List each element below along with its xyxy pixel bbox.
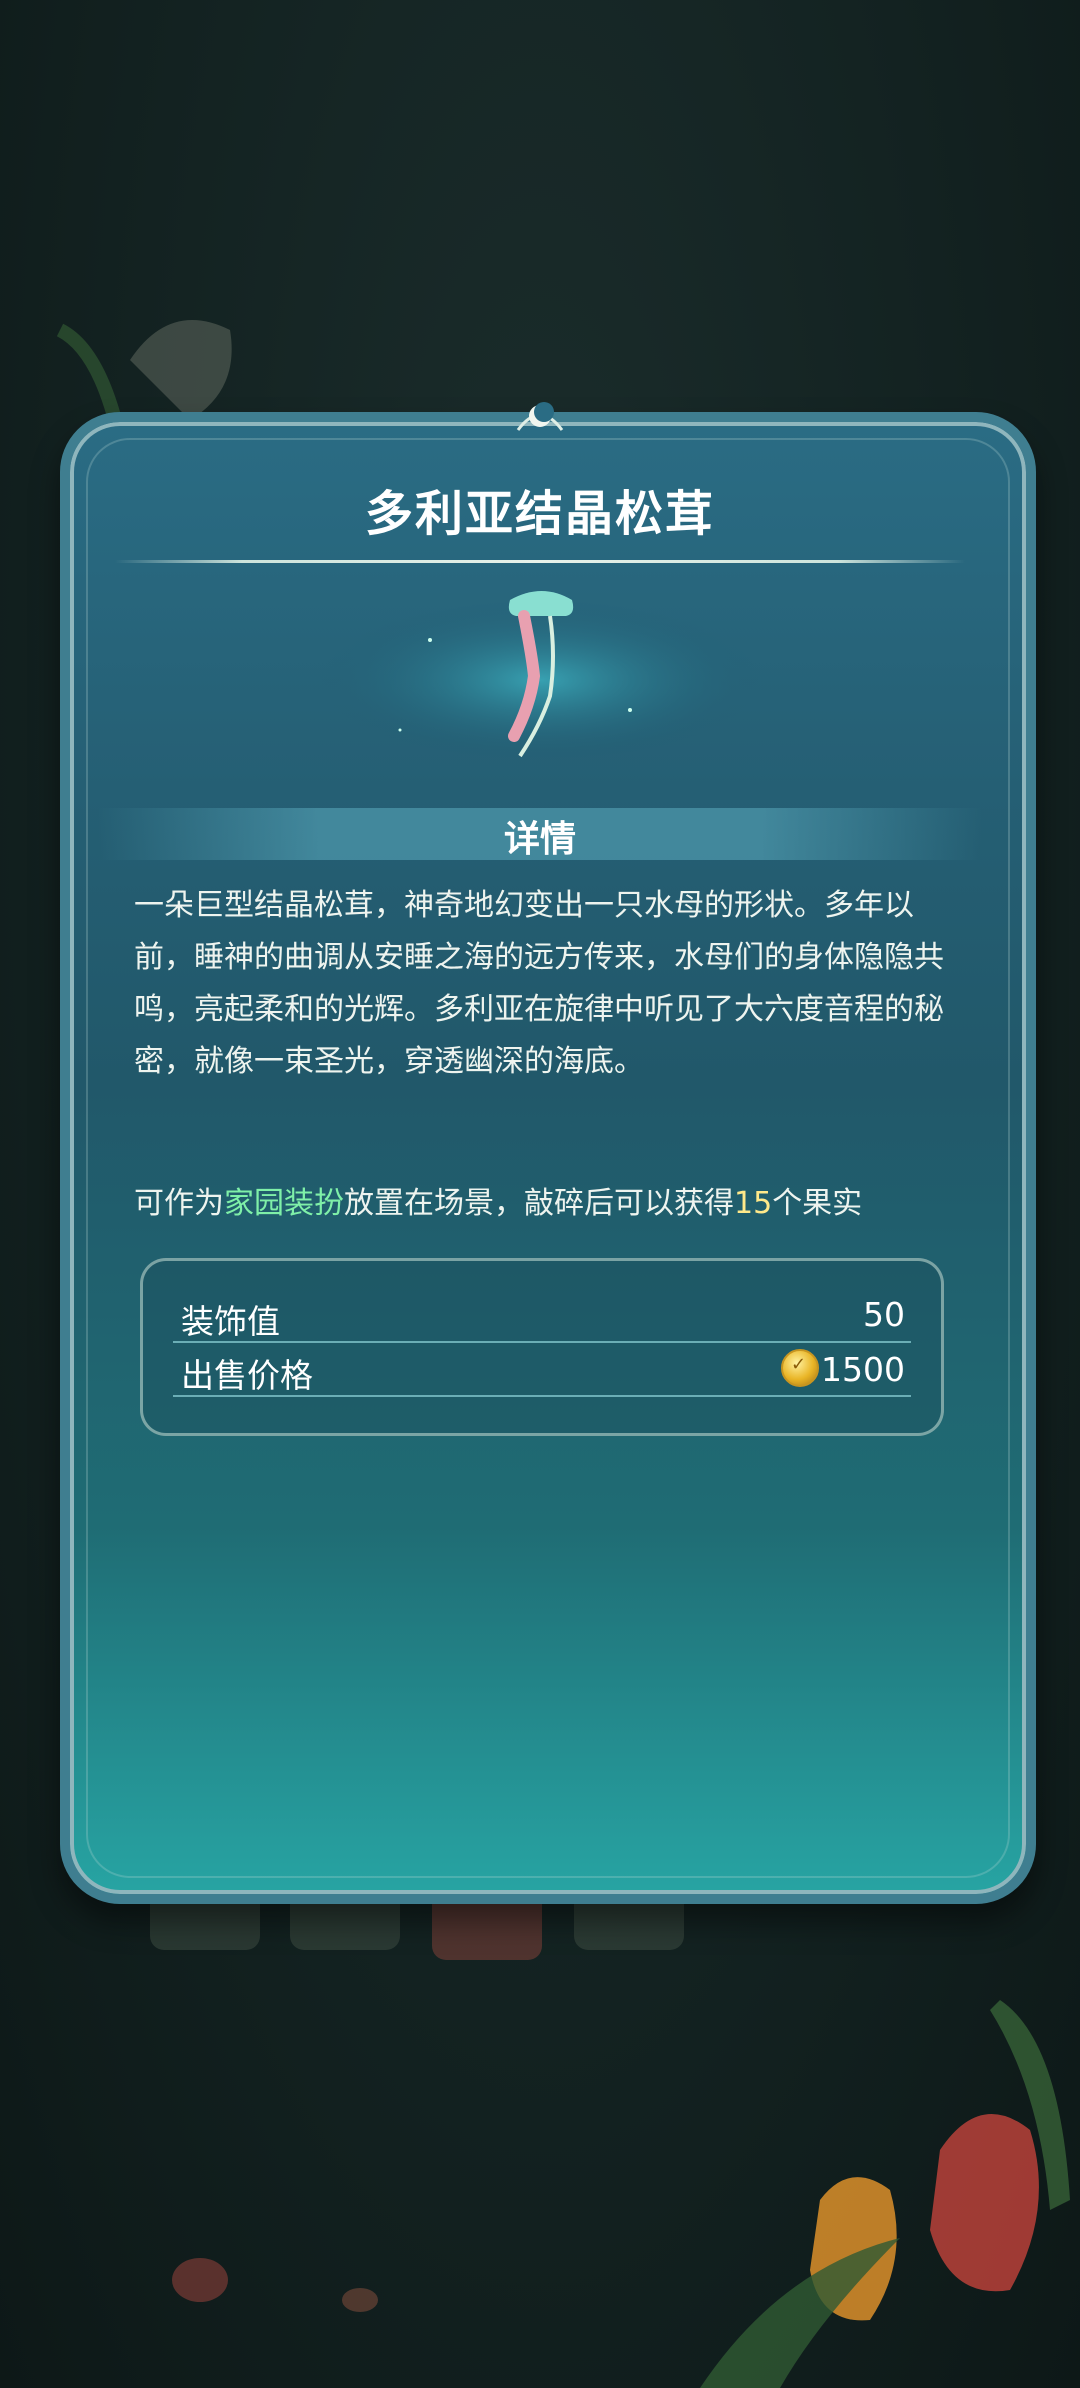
note-middle: 放置在场景，敲碎后可以获得 [344,1186,734,1221]
item-title: 多利亚结晶松茸 [364,486,715,542]
note-prefix: 可作为 [134,1186,224,1221]
item-description: 一朵巨型结晶松茸，神奇地幻变出一只水母的形状。多年以前，睡神的曲调从安睡之海的远… [134,888,944,1079]
stat-row-decoration: 装饰值 50 [173,1289,911,1343]
note-highlight: 家园装扮 [224,1186,344,1221]
note-count: 15 [734,1186,773,1221]
stat-value: 1500 [821,1350,905,1389]
stat-value: 50 [863,1295,905,1334]
stat-label: 装饰值 [181,1302,280,1341]
note-suffix: 个果实 [772,1186,863,1221]
title-divider [115,560,965,563]
section-title: 详情 [503,819,576,860]
stat-label: 出售价格 [181,1356,313,1395]
stats-panel: 装饰值 50 出售价格 1500 [140,1258,944,1436]
coin-icon [781,1349,820,1387]
stat-value-wrap: 1500 [781,1349,905,1389]
item-usage-note: 可作为家园装扮放置在场景，敲碎后可以获得15个果实 [134,1178,994,1230]
jellyfish-mushroom-illustration [320,591,760,760]
crescent-moon-icon [516,402,564,431]
stat-row-sell-price: 出售价格 1500 [173,1343,911,1397]
